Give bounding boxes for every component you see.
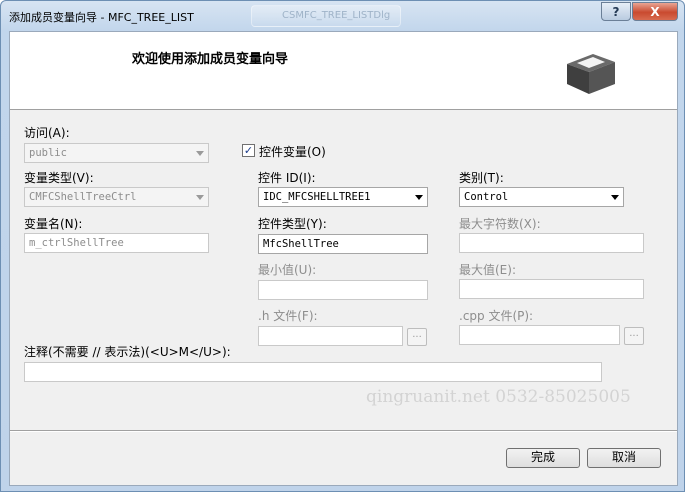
wizard-window: 添加成员变量向导 - MFC_TREE_LIST CSMFC_TREE_LIST…: [0, 0, 685, 492]
watermark-text: qingruanit.net 0532-85025005: [366, 387, 631, 407]
comment-input[interactable]: [24, 362, 602, 382]
control-var-label: 控件变量(O): [259, 145, 326, 159]
box-3d-icon: [567, 54, 615, 94]
control-type-label: 控件类型(Y):: [258, 217, 327, 231]
comment-label: 注释(不需要 // 表示法)(<U>M</U>):: [24, 345, 231, 359]
h-file-input[interactable]: [258, 326, 403, 346]
close-button[interactable]: X: [632, 2, 678, 21]
dialog-client-area: 欢迎使用添加成员变量向导 访问(A): public 变量类型(V): CMFC…: [9, 31, 678, 486]
control-var-checkbox[interactable]: ✓: [242, 144, 255, 157]
min-value-label: 最小值(U):: [258, 263, 317, 277]
wizard-banner: 欢迎使用添加成员变量向导: [10, 32, 677, 110]
chevron-down-icon: [415, 195, 423, 200]
background-window-title: CSMFC_TREE_LISTDlg: [282, 10, 391, 21]
category-value: Control: [464, 191, 509, 203]
h-file-label: .h 文件(F):: [258, 309, 318, 323]
min-value-input[interactable]: [258, 280, 428, 300]
title-bar[interactable]: 添加成员变量向导 - MFC_TREE_LIST CSMFC_TREE_LIST…: [1, 1, 684, 31]
control-type-input[interactable]: MfcShellTree: [258, 234, 428, 254]
cpp-file-input[interactable]: [459, 325, 620, 345]
max-chars-label: 最大字符数(X):: [459, 217, 541, 231]
chevron-down-icon: [611, 195, 619, 200]
button-divider: [10, 430, 677, 432]
help-button[interactable]: ?: [601, 2, 631, 21]
chevron-down-icon: [196, 151, 204, 156]
chevron-down-icon: [196, 195, 204, 200]
banner-title: 欢迎使用添加成员变量向导: [132, 52, 289, 67]
control-id-dropdown[interactable]: IDC_MFCSHELLTREE1: [258, 187, 428, 207]
control-id-label: 控件 ID(I):: [258, 171, 316, 185]
finish-button[interactable]: 完成: [506, 448, 580, 468]
access-dropdown[interactable]: public: [24, 143, 209, 163]
category-dropdown[interactable]: Control: [459, 187, 624, 207]
category-label: 类别(T):: [459, 171, 504, 185]
max-value-input[interactable]: [459, 279, 644, 299]
background-window-tab: CSMFC_TREE_LISTDlg: [251, 5, 401, 27]
access-value: public: [29, 147, 67, 159]
var-type-value: CMFCShellTreeCtrl: [29, 191, 137, 203]
var-name-label: 变量名(N):: [24, 217, 83, 231]
cpp-file-browse-button[interactable]: ...: [624, 327, 644, 345]
var-type-dropdown[interactable]: CMFCShellTreeCtrl: [24, 187, 209, 207]
cpp-file-label: .cpp 文件(P):: [459, 309, 534, 323]
window-title: 添加成员变量向导 - MFC_TREE_LIST: [9, 11, 194, 24]
max-chars-input[interactable]: [459, 233, 644, 253]
var-name-input[interactable]: m_ctrlShellTree: [24, 233, 209, 253]
control-id-value: IDC_MFCSHELLTREE1: [263, 191, 371, 203]
cancel-button[interactable]: 取消: [587, 448, 661, 468]
max-value-label: 最大值(E):: [459, 263, 516, 277]
access-label: 访问(A):: [24, 126, 70, 140]
var-type-label: 变量类型(V):: [24, 171, 94, 185]
h-file-browse-button[interactable]: ...: [407, 328, 427, 346]
